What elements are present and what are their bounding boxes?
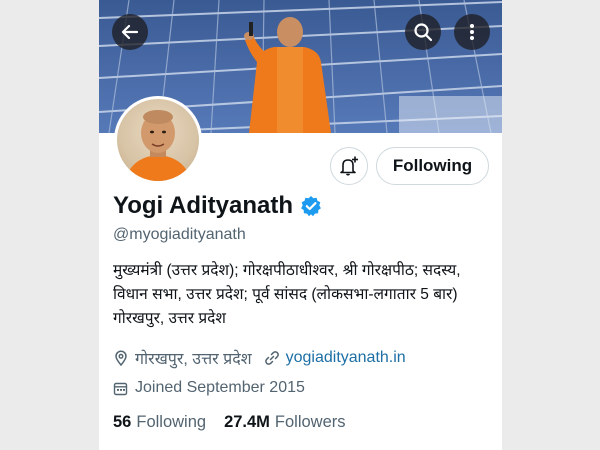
page-background-left <box>0 0 99 450</box>
bio-line: मुख्यमंत्री (उत्तर प्रदेश); गोरक्षपीठाधी… <box>113 262 461 279</box>
bio-line: गोरखपुर, उत्तर प्रदेश <box>113 310 226 327</box>
bell-plus-icon <box>340 156 358 176</box>
joined-text: Joined September 2015 <box>135 379 305 396</box>
profile-handle: @myogiadityanath <box>113 226 246 243</box>
followers-count: 27.4M <box>224 413 270 431</box>
profile-bio: मुख्यमंत्री (उत्तर प्रदेश); गोरक्षपीठाधी… <box>113 259 497 331</box>
page-background-right <box>502 0 600 450</box>
calendar-icon <box>113 382 128 395</box>
location-text: गोरखपुर, उत्तर प्रदेश <box>135 351 252 368</box>
link-icon <box>264 351 279 365</box>
profile-stats: 56 Following 27.4M Followers <box>113 413 364 432</box>
name-row: Yogi Adityanath <box>113 192 322 220</box>
more-vertical-icon <box>470 24 474 40</box>
verified-badge-icon[interactable] <box>300 195 322 217</box>
back-arrow-icon <box>121 24 139 40</box>
following-count: 56 <box>113 413 132 431</box>
display-name: Yogi Adityanath <box>113 192 293 219</box>
following-button[interactable]: Following <box>376 147 489 185</box>
joined-row: Joined September 2015 <box>113 379 305 397</box>
following-label: Following <box>136 413 207 431</box>
website-item[interactable]: yogiadityanath.in <box>264 349 406 367</box>
bio-line: विधान सभा, उत्तर प्रदेश; पूर्व सांसद (लो… <box>113 286 458 303</box>
location-item: गोरखपुर, उत्तर प्रदेश <box>113 347 252 369</box>
followers-label: Followers <box>274 413 346 431</box>
notifications-button[interactable] <box>330 147 368 185</box>
search-icon <box>414 23 433 42</box>
search-button[interactable] <box>405 14 441 50</box>
more-options-button[interactable] <box>454 14 490 50</box>
following-stat[interactable]: 56 Following <box>113 413 206 432</box>
followers-stat[interactable]: 27.4M Followers <box>224 413 345 432</box>
back-button[interactable] <box>112 14 148 50</box>
profile-avatar[interactable] <box>114 96 202 184</box>
location-pin-icon <box>115 350 127 366</box>
profile-card: Following Yogi Adityanath @myogiadityana… <box>99 0 502 450</box>
profile-meta-row: गोरखपुर, उत्तर प्रदेश yogiadityanath.in <box>113 347 406 369</box>
avatar-image <box>117 99 199 181</box>
website-link[interactable]: yogiadityanath.in <box>286 349 406 367</box>
